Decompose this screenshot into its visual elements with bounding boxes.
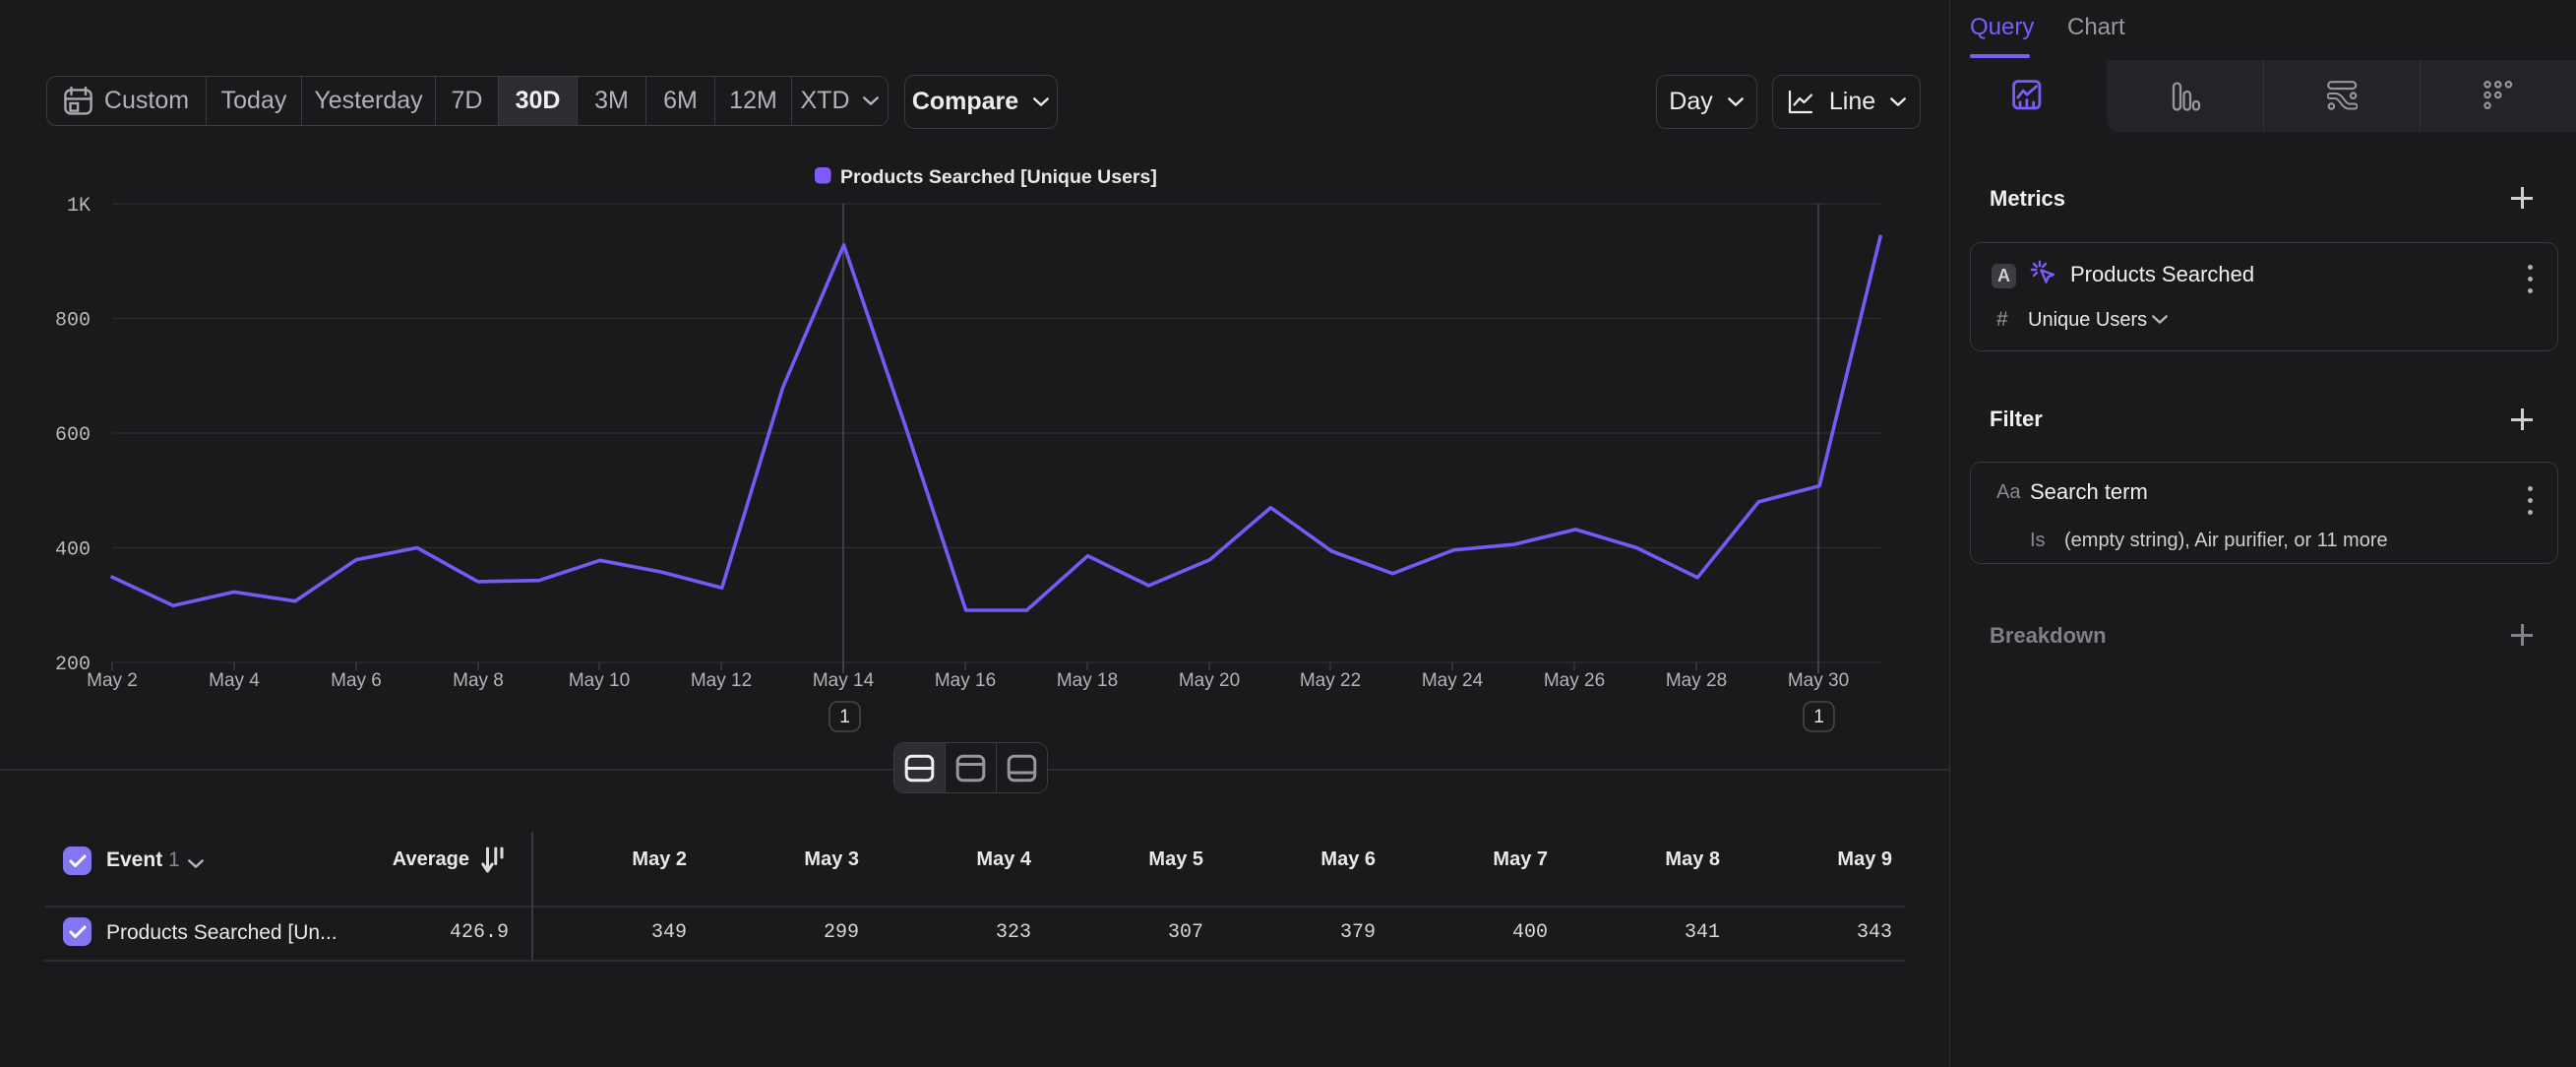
- svg-text:May 28: May 28: [1666, 670, 1727, 691]
- svg-text:1: 1: [1813, 707, 1824, 727]
- svg-text:Products Searched [Unique User: Products Searched [Unique Users]: [840, 166, 1157, 188]
- svg-text:May 26: May 26: [1544, 670, 1605, 691]
- svg-text:May 16: May 16: [935, 670, 996, 691]
- svg-text:May 22: May 22: [1300, 670, 1361, 691]
- svg-text:May 6: May 6: [331, 670, 382, 691]
- svg-text:May 18: May 18: [1057, 670, 1118, 691]
- svg-text:800: 800: [55, 310, 91, 333]
- svg-text:May 24: May 24: [1422, 670, 1484, 691]
- svg-text:1K: 1K: [67, 195, 91, 218]
- svg-text:400: 400: [55, 539, 91, 562]
- svg-text:200: 200: [55, 654, 91, 676]
- svg-text:May 20: May 20: [1179, 670, 1240, 691]
- svg-text:1: 1: [839, 707, 850, 727]
- svg-text:May 10: May 10: [569, 670, 630, 691]
- svg-text:May 4: May 4: [209, 670, 260, 691]
- svg-text:May 30: May 30: [1788, 670, 1849, 691]
- svg-text:May 2: May 2: [87, 670, 138, 691]
- svg-text:May 8: May 8: [453, 670, 504, 691]
- svg-text:600: 600: [55, 424, 91, 447]
- svg-text:May 12: May 12: [691, 670, 752, 691]
- svg-text:May 14: May 14: [813, 670, 875, 691]
